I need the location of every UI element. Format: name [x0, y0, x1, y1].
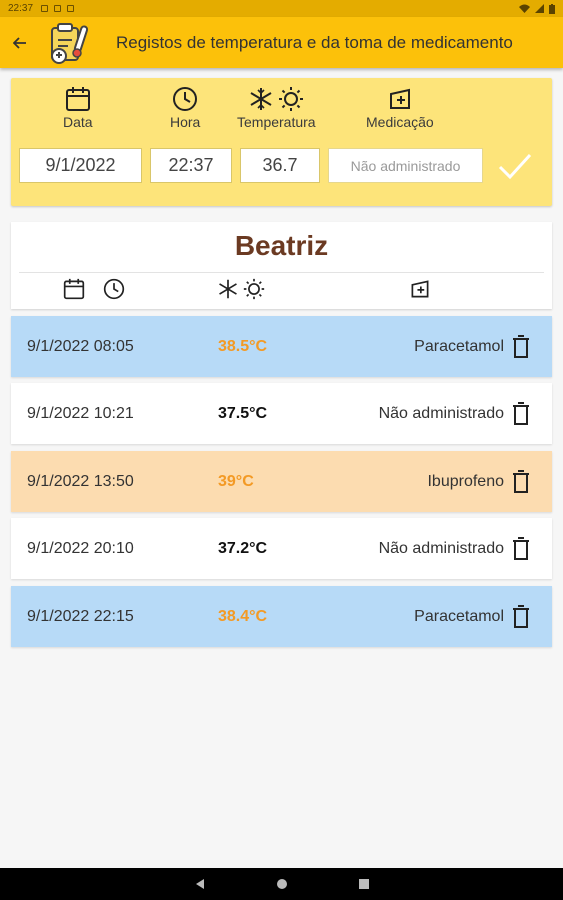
medication-column-header: Medicação	[366, 86, 434, 130]
nav-recents-icon[interactable]	[358, 878, 370, 890]
nav-back-icon[interactable]	[194, 878, 206, 890]
date-column-header: Data	[63, 86, 93, 130]
record-medication: Paracetamol	[414, 607, 504, 625]
trash-icon	[513, 470, 529, 493]
record-temperature: 37.2°C	[218, 539, 268, 557]
sun-icon	[243, 278, 265, 300]
page-title: Registos de temperatura e da toma de med…	[116, 32, 513, 52]
delete-button[interactable]	[510, 604, 532, 630]
snowflake-icon	[219, 279, 237, 299]
wifi-icon	[519, 4, 530, 13]
confirm-button[interactable]	[495, 148, 535, 184]
date-input[interactable]: 9/1/2022	[19, 148, 142, 183]
record-temperature: 38.5°C	[218, 337, 268, 355]
record-datetime: 9/1/2022 22:15	[27, 607, 134, 625]
record-medication: Paracetamol	[414, 337, 504, 355]
record-temperature: 37.5°C	[218, 404, 268, 422]
medication-icon	[389, 88, 410, 109]
record-datetime: 9/1/2022 13:50	[27, 472, 134, 490]
record-datetime: 9/1/2022 10:21	[27, 404, 134, 422]
delete-button[interactable]	[510, 469, 532, 495]
temperature-header-label: Temperatura	[237, 114, 316, 130]
medication-icon	[411, 280, 429, 298]
system-navigation-bar	[0, 868, 563, 900]
record-row[interactable]: 9/1/2022 22:15 38.4°C Paracetamol	[11, 586, 552, 647]
calendar-icon	[65, 87, 90, 111]
checkmark-icon	[498, 153, 532, 180]
record-medication: Não administrado	[378, 404, 504, 422]
nav-home-icon[interactable]	[276, 878, 288, 890]
patient-name: Beatriz	[234, 230, 329, 261]
delete-button[interactable]	[510, 536, 532, 562]
time-input[interactable]: 22:37	[150, 148, 232, 183]
date-header-label: Data	[63, 114, 93, 130]
date-time-column-icons	[63, 278, 125, 300]
record-medication: Ibuprofeno	[427, 472, 504, 490]
time-column-header: Hora	[170, 86, 200, 130]
delete-button[interactable]	[510, 334, 532, 360]
app-bar: Registos de temperatura e da toma de med…	[0, 17, 563, 68]
status-system-icons	[519, 3, 555, 14]
medication-input[interactable]: Não administrado	[328, 148, 483, 183]
status-bar: 22:37	[0, 0, 563, 17]
trash-icon	[513, 605, 529, 628]
snowflake-icon	[250, 88, 272, 110]
temperature-input[interactable]: 36.7	[240, 148, 320, 183]
trash-icon	[513, 537, 529, 560]
calendar-icon	[63, 278, 85, 300]
arrow-left-icon	[13, 36, 26, 49]
status-notification-icons	[41, 5, 75, 12]
record-temperature: 38.4°C	[218, 607, 268, 625]
record-row[interactable]: 9/1/2022 20:10 37.2°C Não administrado	[11, 518, 552, 579]
clock-icon	[173, 87, 198, 111]
record-row[interactable]: 9/1/2022 13:50 39°C Ibuprofeno	[11, 451, 552, 512]
trash-icon	[513, 402, 529, 425]
trash-icon	[513, 335, 529, 358]
status-time: 22:37	[8, 3, 34, 14]
medication-header-label: Medicação	[366, 114, 434, 130]
record-medication: Não administrado	[378, 539, 504, 557]
patient-card-header: Beatriz	[11, 222, 552, 309]
time-header-label: Hora	[170, 114, 201, 130]
delete-button[interactable]	[510, 401, 532, 427]
signal-icon	[535, 4, 544, 13]
record-datetime: 9/1/2022 08:05	[27, 337, 134, 355]
header-divider	[19, 272, 544, 273]
record-row[interactable]: 9/1/2022 08:05 38.5°C Paracetamol	[11, 316, 552, 377]
clipboard-thermometer-logo-icon	[51, 22, 89, 64]
back-button[interactable]	[0, 17, 40, 68]
new-record-form: Data Hora Temperatura Medicação 9/1/2022	[11, 78, 552, 206]
record-row[interactable]: 9/1/2022 10:21 37.5°C Não administrado	[11, 383, 552, 444]
temperature-column-icons	[217, 278, 265, 300]
record-temperature: 39°C	[218, 472, 254, 490]
sun-icon	[279, 87, 304, 111]
record-datetime: 9/1/2022 20:10	[27, 539, 134, 557]
battery-icon	[549, 3, 555, 14]
temperature-column-header: Temperatura	[237, 86, 316, 130]
medication-column-icon	[409, 278, 431, 300]
clock-icon	[103, 278, 125, 300]
